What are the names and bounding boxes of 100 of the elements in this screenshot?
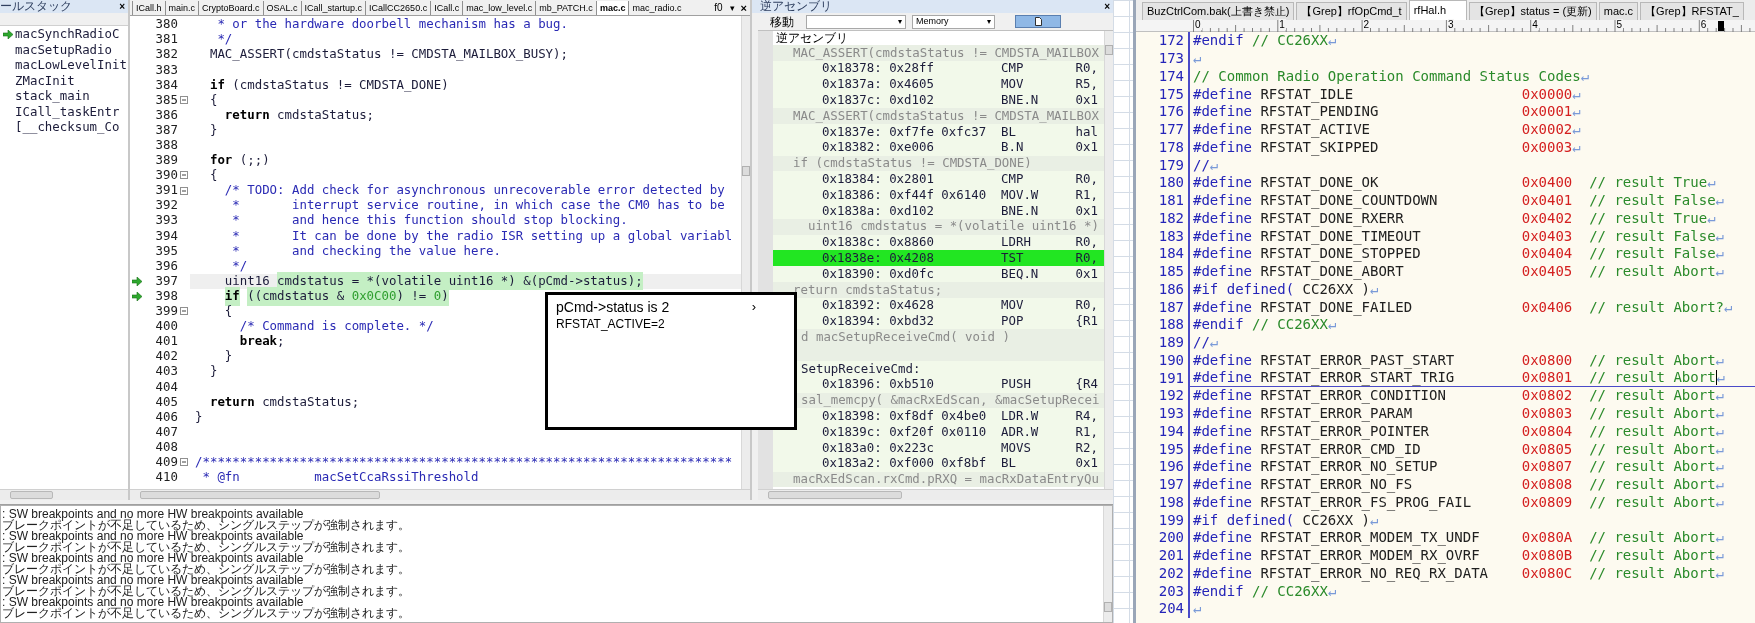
file-tab[interactable]: 【Grep】rfOpCmd_t — [1296, 2, 1407, 20]
address-text: 0x1838a: — [822, 201, 883, 220]
source-line: MAC_ASSERT(cmdstaStatus != CMDSTA_MAILBOX — [793, 44, 1099, 62]
opcode-text: 0xf7fe 0xfc37 — [889, 123, 988, 141]
source-line: macRxEdScan.rxCmd.pRXQ = macRxDataEntryQu — [793, 470, 1099, 489]
code-comment: // result Abort? — [1589, 297, 1724, 317]
code-comment: * It can be done by the radio ISR setting up a global variabl — [231, 227, 733, 245]
line-number: 194 — [1157, 421, 1185, 441]
macro-value: 0x080B — [1521, 546, 1574, 566]
memory-dropdown[interactable]: Memory ▾ — [912, 14, 995, 29]
mnemonic-text: B.N — [1001, 138, 1025, 157]
code-comment: // CC26XX — [1251, 582, 1328, 601]
macro-value: 0x0801 — [1521, 368, 1574, 388]
line-end-mark: ↵ — [1193, 599, 1202, 619]
expand-button[interactable]: › — [751, 298, 786, 316]
code-comment: // result Abort — [1589, 262, 1716, 282]
macro-value: 0x0802 — [1521, 386, 1574, 406]
line-end-mark: ↵ — [1715, 475, 1724, 495]
code-comment: /* Command is complete. */ — [238, 317, 434, 335]
line-number: 197 — [1157, 475, 1185, 495]
line-end-mark: ↵ — [1715, 350, 1724, 370]
address-combobox[interactable]: ▾ — [806, 14, 906, 29]
opcode-text: 0xb510 — [889, 376, 935, 394]
macro-value: 0x0406 — [1521, 297, 1574, 317]
line-number: 180 — [1157, 173, 1185, 193]
mnemonic-text: PUSH — [1001, 375, 1032, 394]
line-end-mark: ↵ — [1707, 173, 1716, 193]
horizontal-scrollbar[interactable] — [758, 489, 1113, 500]
vertical-scrollbar[interactable] — [1103, 506, 1112, 622]
address-text: 0x1837a: — [822, 75, 883, 94]
document-button[interactable] — [1015, 15, 1061, 28]
file-tab[interactable]: CryptoBoard.c — [198, 1, 263, 15]
current-instruction-row[interactable]: 0x1838e: 0x4208 TST R0, — [773, 250, 1104, 267]
close-button[interactable]: × — [119, 1, 125, 12]
file-tab[interactable]: mac_radio.c — [628, 1, 685, 15]
document-icon — [1034, 17, 1042, 26]
line-end-mark: ↵ — [1715, 226, 1724, 246]
file-tab[interactable]: mac.c — [1598, 2, 1639, 20]
file-tab[interactable]: rfHal.h — [1408, 0, 1468, 20]
file-tab[interactable]: 【Grep】status = (更新) — [1469, 2, 1597, 20]
mnemonic-text: CMP — [1001, 170, 1025, 188]
line-number: 178 — [1157, 137, 1185, 157]
line-end-mark: ↵ — [1209, 333, 1219, 353]
macro-value: 0x0405 — [1521, 262, 1574, 282]
line-end-mark: ↵ — [1580, 66, 1590, 86]
operand-text: R0, — [1075, 169, 1098, 188]
macro-name: RFSTAT_ACTIVE — [1260, 120, 1371, 140]
macro-value: 0x0403 — [1521, 226, 1574, 246]
address-text: 0x18396: — [822, 376, 883, 394]
dropdown-button[interactable]: ▾ — [726, 1, 738, 15]
horizontal-scrollbar[interactable] — [0, 489, 128, 500]
preprocessor-directive: #define — [1193, 262, 1253, 282]
code-comment: // result Abort — [1589, 421, 1716, 441]
caret-icon: ▾ — [987, 15, 991, 28]
code-comment: * @fn macSetCcaRssiThreshold — [201, 468, 479, 487]
file-tab[interactable]: 【Grep】RFSTAT_ — [1640, 2, 1744, 20]
close-button[interactable]: × — [737, 1, 750, 15]
macro-name: RFSTAT_ERROR_FS_PROG_FAIL — [1260, 493, 1473, 513]
output-line: : SW breakpoints and no more HW breakpoints available — [1, 575, 304, 586]
line-number: 203 — [1157, 581, 1185, 601]
line-number: 192 — [1157, 386, 1185, 406]
file-tab[interactable]: mac.c — [595, 1, 629, 15]
mnemonic-text: ADR.W — [1001, 422, 1040, 441]
line-number: 191 — [1157, 368, 1185, 388]
address-text: 0x18382: — [822, 138, 883, 157]
line-number: 182 — [1157, 208, 1185, 228]
line-number: 410 — [154, 468, 178, 487]
file-tab[interactable]: OSAL.c — [262, 1, 301, 15]
macro-name: RFSTAT_DONE_STOPPED — [1260, 245, 1422, 264]
function-label: SetupReceiveCmd: — [801, 359, 921, 378]
address-text: 0x183a2: — [822, 454, 883, 473]
preprocessor-directive: #define — [1193, 244, 1253, 264]
preprocessor-directive: #if defined( — [1193, 511, 1295, 530]
line-end-mark: ↵ — [1327, 32, 1337, 51]
code-text: cmdstaStatus; — [276, 105, 375, 124]
operand-text: {R4 — [1075, 375, 1098, 394]
line-end-mark: ↵ — [1715, 421, 1724, 441]
ruler-number: 1 — [1279, 19, 1286, 30]
horizontal-scrollbar[interactable] — [130, 489, 750, 500]
vertical-scrollbar[interactable] — [1104, 31, 1113, 489]
opcode-text: 0x4628 — [889, 296, 935, 315]
operand-text: R5, — [1075, 75, 1098, 94]
preprocessor-directive: #define — [1193, 475, 1253, 495]
code-text: } — [208, 120, 218, 139]
address-text: 0x1837c: — [822, 91, 883, 109]
file-tab[interactable]: mb_PATCH.c — [535, 1, 596, 15]
tab-list-button[interactable]: f0 — [710, 1, 727, 15]
code-comment: * interrupt service routine, in which case the CM0 has to be — [231, 197, 725, 214]
code-text: CC26XX ) — [1301, 280, 1370, 299]
close-button[interactable]: × — [1104, 1, 1110, 12]
file-tab[interactable]: BuzCtrlCom.bak(上書き禁止) — [1142, 2, 1295, 20]
macro-name: RFSTAT_DONE_OK — [1260, 173, 1380, 193]
tooltip-text: RFSTAT_ACTIVE=2 — [556, 316, 666, 332]
operand-text: R1, — [1075, 422, 1098, 441]
macro-name: RFSTAT_ERROR_PARAM — [1260, 404, 1414, 424]
output-line: : SW breakpoints and no more HW breakpoints available — [1, 597, 304, 608]
opcode-text: 0xd102 — [889, 201, 935, 220]
opcode-text: 0xd102 — [889, 91, 935, 109]
line-number: 172 — [1157, 32, 1185, 51]
ruler-number: 2 — [1363, 19, 1371, 30]
